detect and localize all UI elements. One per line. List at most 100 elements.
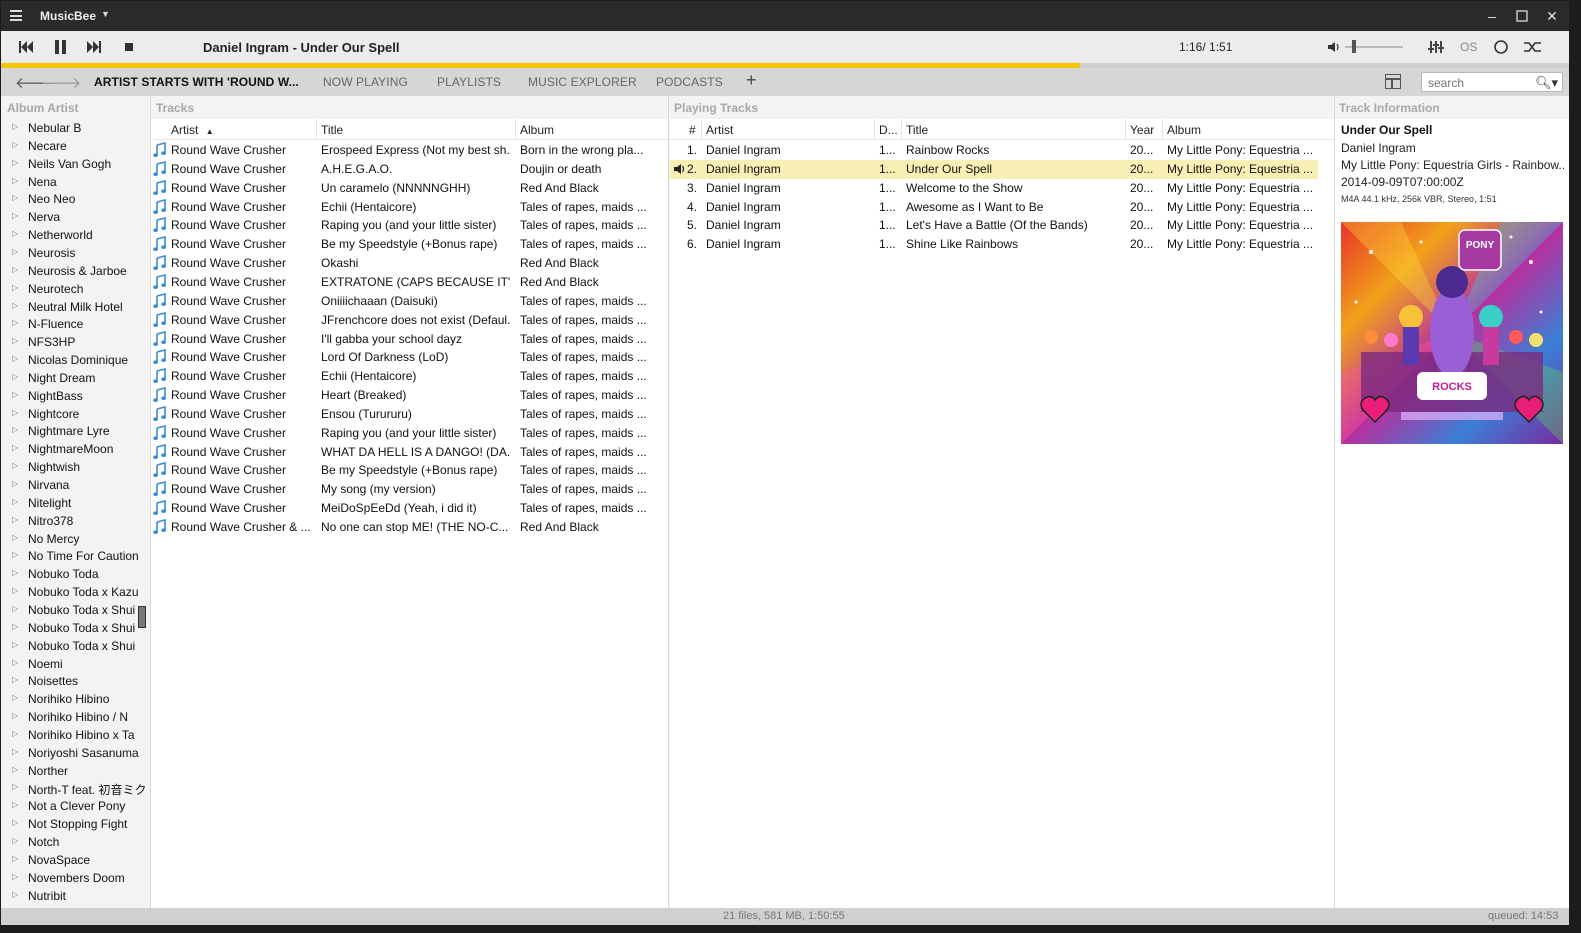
expand-arrow-icon[interactable]: ▷ (12, 283, 18, 292)
track-row[interactable]: Round Wave Crusher Okashi Red And Black (151, 254, 668, 273)
scrollbar-thumb[interactable] (138, 606, 146, 628)
hamburger-menu-icon[interactable] (10, 10, 22, 21)
artist-tree-item[interactable]: ▷ Nutribit (1, 887, 150, 905)
artist-tree-item[interactable]: ▷ Nitro378 (1, 512, 150, 530)
search-box[interactable]: 🔍︎▾ (1421, 72, 1563, 92)
artist-tree-item[interactable]: ▷ Neutral Milk Hotel (1, 298, 150, 316)
column-separator[interactable] (1125, 119, 1126, 139)
artist-tree-item[interactable]: ▷ Nobuko Toda x Shui (1, 637, 150, 655)
track-row[interactable]: Round Wave Crusher & ... No one can stop … (151, 518, 668, 537)
expand-arrow-icon[interactable]: ▷ (12, 354, 18, 363)
expand-arrow-icon[interactable]: ▷ (12, 747, 18, 756)
expand-arrow-icon[interactable]: ▷ (12, 854, 18, 863)
artist-tree-item[interactable]: ▷ Nightmare Lyre (1, 422, 150, 440)
expand-arrow-icon[interactable]: ▷ (12, 800, 18, 809)
column-header-artist[interactable]: Artist ▲ (171, 123, 214, 137)
column-header-number[interactable]: # (689, 123, 696, 137)
expand-arrow-icon[interactable]: ▷ (12, 193, 18, 202)
next-track-icon[interactable] (86, 39, 102, 55)
column-separator[interactable] (1162, 119, 1163, 139)
artist-tree-item[interactable]: ▷ Neurosis & Jarboe (1, 262, 150, 280)
artist-tree-item[interactable]: ▷ Necare (1, 137, 150, 155)
expand-arrow-icon[interactable]: ▷ (12, 425, 18, 434)
expand-arrow-icon[interactable]: ▷ (12, 693, 18, 702)
artist-tree-item[interactable]: ▷ NovaSpace (1, 851, 150, 869)
expand-arrow-icon[interactable]: ▷ (12, 122, 18, 131)
expand-arrow-icon[interactable]: ▷ (12, 622, 18, 631)
artist-tree-item[interactable]: ▷ Norihiko Hibino x Ta (1, 726, 150, 744)
tab-podcasts[interactable]: PODCASTS (656, 75, 723, 89)
search-input[interactable] (1428, 76, 1538, 90)
track-row[interactable]: Round Wave Crusher Un caramelo (NNNNNGHH)… (151, 179, 668, 198)
track-row[interactable]: Round Wave Crusher Echii (Hentaicore) Tale… (151, 367, 668, 386)
expand-arrow-icon[interactable]: ▷ (12, 782, 18, 791)
album-art-image[interactable]: PONY ROCKS (1341, 222, 1563, 444)
volume-icon[interactable] (1327, 41, 1341, 53)
playing-track-row[interactable]: 3. Daniel Ingram 1... Welcome to the Show 20… (670, 179, 1318, 198)
track-row[interactable]: Round Wave Crusher Raping you (and your l… (151, 424, 668, 443)
column-header-year[interactable]: Year (1130, 123, 1154, 137)
artist-tree-item[interactable]: ▷ Nitelight (1, 494, 150, 512)
artist-tree-item[interactable]: ▷ Nerva (1, 208, 150, 226)
artist-tree-item[interactable]: ▷ Not a Clever Pony (1, 797, 150, 815)
track-row[interactable]: Round Wave Crusher My song (my version) Ta… (151, 480, 668, 499)
artist-tree-item[interactable]: ▷ Nobuko Toda (1, 565, 150, 583)
expand-arrow-icon[interactable]: ▷ (12, 479, 18, 488)
expand-arrow-icon[interactable]: ▷ (12, 533, 18, 542)
expand-arrow-icon[interactable]: ▷ (12, 461, 18, 470)
app-name[interactable]: MusicBee (40, 9, 96, 23)
track-row[interactable]: Round Wave Crusher Be my Speedstyle (+Bon… (151, 461, 668, 480)
forward-arrow-icon[interactable]: 🡒 (41, 73, 81, 92)
artist-tree-item[interactable]: ▷ Night Dream (1, 369, 150, 387)
column-separator[interactable] (874, 119, 875, 139)
artist-tree-item[interactable]: ▷ Nightwish (1, 458, 150, 476)
expand-arrow-icon[interactable]: ▷ (12, 640, 18, 649)
expand-arrow-icon[interactable]: ▷ (12, 318, 18, 327)
artist-tree-item[interactable]: ▷ Noisettes (1, 672, 150, 690)
expand-arrow-icon[interactable]: ▷ (12, 247, 18, 256)
column-header-title[interactable]: Title (321, 123, 343, 137)
artist-tree-item[interactable]: ▷ Noriyoshi Sasanuma (1, 744, 150, 762)
expand-arrow-icon[interactable]: ▷ (12, 372, 18, 381)
track-row[interactable]: Round Wave Crusher Oniiiichaaan (Daisuki)… (151, 292, 668, 311)
expand-arrow-icon[interactable]: ▷ (12, 390, 18, 399)
artist-tree-item[interactable]: ▷ Nebular B (1, 119, 150, 137)
expand-arrow-icon[interactable]: ▷ (12, 586, 18, 595)
playing-track-row[interactable]: 4. Daniel Ingram 1... Awesome as I Want to … (670, 198, 1318, 217)
expand-arrow-icon[interactable]: ▷ (12, 765, 18, 774)
track-row[interactable]: Round Wave Crusher WHAT DA HELL IS A DANG… (151, 443, 668, 462)
expand-arrow-icon[interactable]: ▷ (12, 497, 18, 506)
track-row[interactable]: Round Wave Crusher A.H.E.G.A.O. Doujin or … (151, 160, 668, 179)
expand-arrow-icon[interactable]: ▷ (12, 158, 18, 167)
track-row[interactable]: Round Wave Crusher Raping you (and your l… (151, 216, 668, 235)
track-row[interactable]: Round Wave Crusher EXTRATONE (CAPS BECAUS… (151, 273, 668, 292)
expand-arrow-icon[interactable]: ▷ (12, 872, 18, 881)
column-separator[interactable] (701, 119, 702, 139)
artist-tree-item[interactable]: ▷ N-Fluence (1, 315, 150, 333)
track-row[interactable]: Round Wave Crusher Be my Speedstyle (+Bon… (151, 235, 668, 254)
artist-tree-item[interactable]: ▷ Nightcore (1, 405, 150, 423)
expand-arrow-icon[interactable]: ▷ (12, 336, 18, 345)
column-separator[interactable] (901, 119, 902, 139)
close-button[interactable]: ✕ (1543, 7, 1561, 25)
expand-arrow-icon[interactable]: ▷ (12, 211, 18, 220)
artist-tree-item[interactable]: ▷ No Mercy (1, 530, 150, 548)
expand-arrow-icon[interactable]: ▷ (12, 675, 18, 684)
column-header-artist[interactable]: Artist (706, 123, 733, 137)
expand-arrow-icon[interactable]: ▷ (12, 836, 18, 845)
artist-tree-item[interactable]: ▷ NightBass (1, 387, 150, 405)
shuffle-icon[interactable] (1523, 40, 1543, 54)
column-header-disc[interactable]: D... (879, 123, 898, 137)
artist-tree-item[interactable]: ▷ NightmareMoon (1, 440, 150, 458)
expand-arrow-icon[interactable]: ▷ (12, 140, 18, 149)
playing-track-row[interactable]: 6. Daniel Ingram 1... Shine Like Rainbows 20… (670, 235, 1318, 254)
playing-track-row[interactable]: 5. Daniel Ingram 1... Let's Have a Battle (… (670, 216, 1318, 235)
add-tab-button[interactable]: + (746, 70, 757, 91)
track-row[interactable]: Round Wave Crusher Ensou (Turururu) Tales … (151, 405, 668, 424)
artist-tree-item[interactable]: ▷ Netherworld (1, 226, 150, 244)
maximize-button[interactable] (1513, 7, 1531, 25)
expand-arrow-icon[interactable]: ▷ (12, 408, 18, 417)
expand-arrow-icon[interactable]: ▷ (12, 443, 18, 452)
artist-tree-item[interactable]: ▷ Nena (1, 173, 150, 191)
minimize-button[interactable]: – (1483, 7, 1501, 25)
